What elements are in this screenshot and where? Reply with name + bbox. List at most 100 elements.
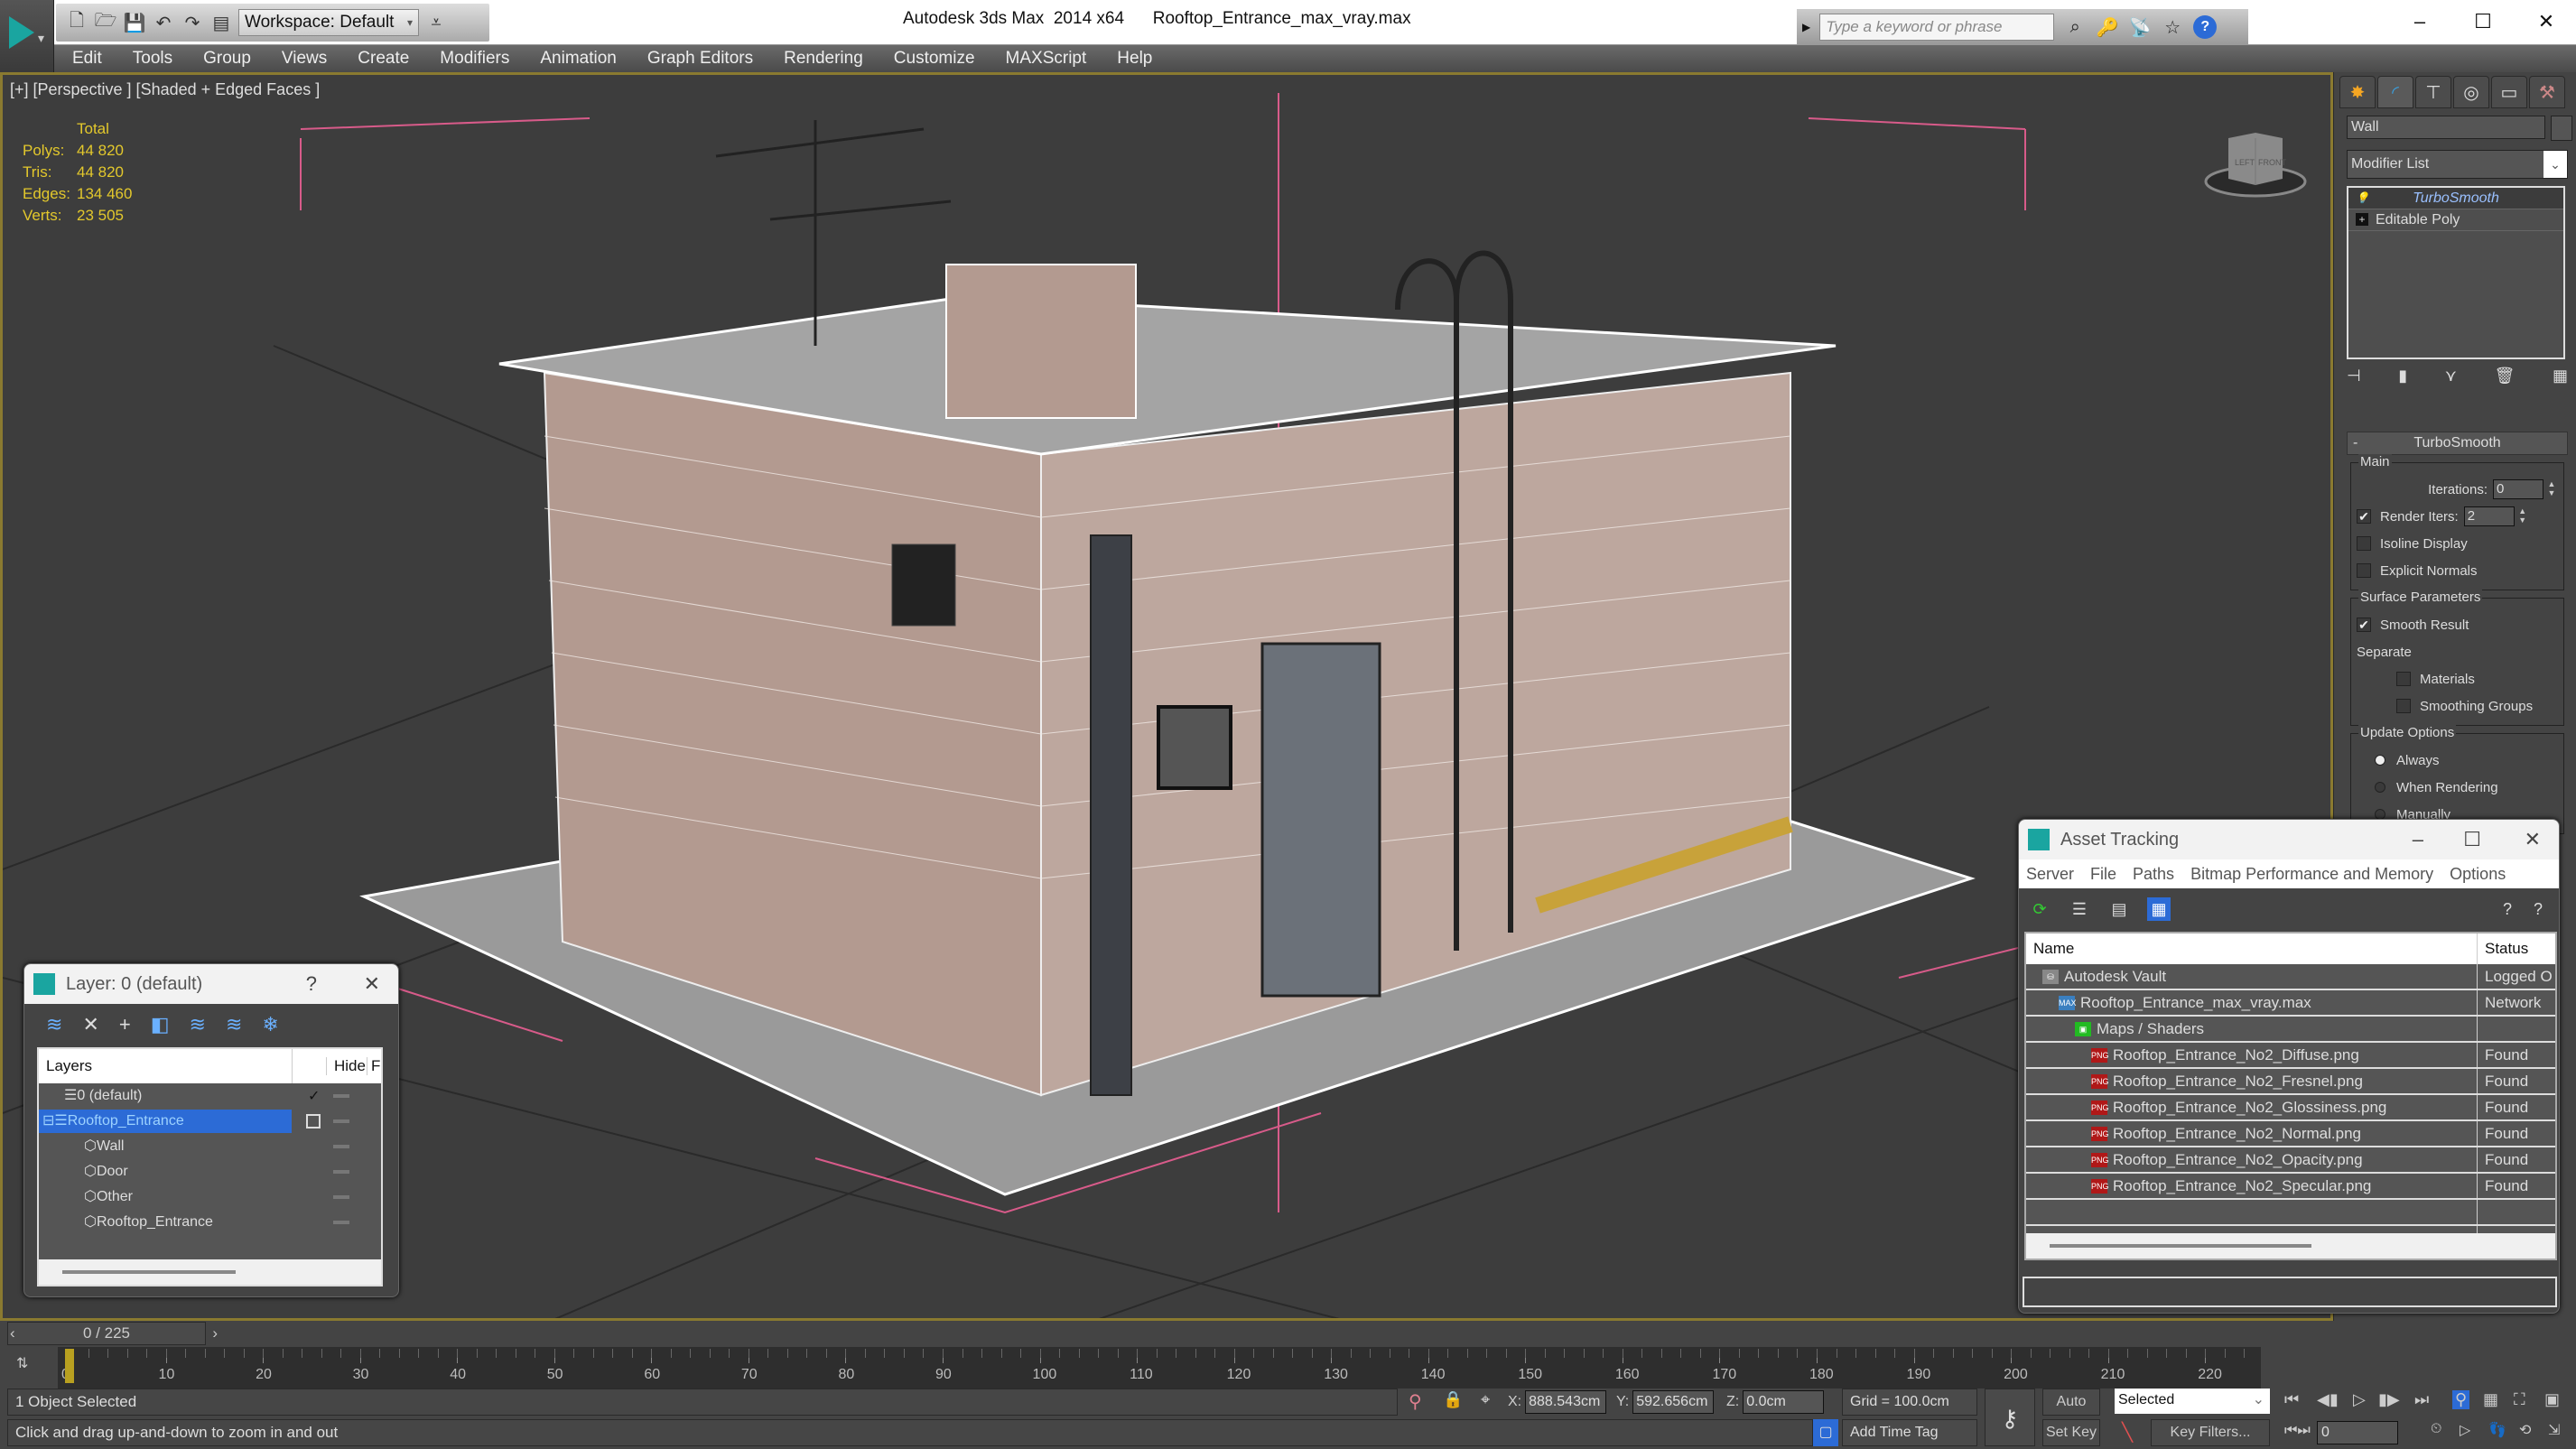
make-unique-icon[interactable]: ⋎ [2445, 367, 2457, 385]
spinner-arrows-icon[interactable]: ▲ ▼ [2516, 506, 2529, 526]
maximize-button[interactable]: ☐ [2463, 820, 2481, 859]
object-color-swatch[interactable] [2551, 116, 2572, 141]
set-current-checkbox[interactable] [306, 1114, 321, 1129]
hide-toggle[interactable] [333, 1170, 349, 1174]
object-row[interactable]: ⬡ Wall [39, 1134, 381, 1159]
object-row[interactable]: ⬡ Rooftop_Entrance [39, 1210, 381, 1235]
expand-plus-icon[interactable]: + [2356, 213, 2368, 226]
new-file-icon[interactable]: 🗋 [65, 11, 88, 34]
binoculars-icon[interactable]: ⌕ [2063, 17, 2087, 38]
hide-toggle[interactable] [333, 1221, 349, 1224]
object-row[interactable]: ⬡ Other [39, 1184, 381, 1210]
hide-toggle[interactable] [333, 1145, 349, 1148]
time-slider[interactable]: ‹ 0 / 225 › [7, 1322, 218, 1345]
asset-tracking-titlebar[interactable]: Asset Tracking – ☐ ✕ [2019, 820, 2559, 859]
scrollbar-thumb[interactable] [62, 1270, 236, 1274]
key-mode-dropdown[interactable]: Selected ⌄ [2115, 1389, 2270, 1414]
stack-item-editable-poly[interactable]: + Editable Poly [2348, 209, 2563, 231]
hide-toggle[interactable] [333, 1119, 349, 1123]
key-filters-button[interactable]: Key Filters... [2151, 1419, 2270, 1446]
tab-utilities[interactable]: ⚒ [2529, 76, 2565, 108]
hide-toggle[interactable] [333, 1094, 349, 1098]
close-button[interactable]: ✕ [364, 964, 380, 1004]
current-frame-field[interactable]: 0 [2317, 1421, 2398, 1444]
help-button[interactable]: ? [306, 964, 317, 1004]
scrollbar-thumb[interactable] [2050, 1244, 2311, 1248]
asset-row[interactable]: PNG Rooftop_Entrance_No2_Fresnel.png Found [2026, 1069, 2555, 1095]
menu-modifiers[interactable]: Modifiers [424, 49, 525, 69]
object-name-field[interactable]: Wall [2347, 116, 2545, 139]
set-key-icon[interactable]: ⚷ [1985, 1389, 2035, 1446]
goto-end-icon[interactable]: ⏭ [2414, 1390, 2429, 1409]
layer-window-titlebar[interactable]: Layer: 0 (default) ? ✕ [24, 964, 398, 1004]
tab-create[interactable]: ✸ [2339, 76, 2376, 108]
object-row[interactable]: ⬡ Door [39, 1159, 381, 1184]
auto-key-button[interactable]: Auto Key [2042, 1389, 2100, 1435]
tree-view-icon[interactable]: ▤ [2107, 897, 2131, 921]
key-icon[interactable]: 🔑 [2096, 16, 2119, 39]
menu-create[interactable]: Create [342, 49, 424, 69]
column-freeze[interactable]: F [367, 1057, 380, 1075]
render-iters-spinner[interactable]: 2 [2463, 506, 2515, 526]
delete-layer-icon[interactable]: ✕ [82, 1013, 98, 1036]
menu-views[interactable]: Views [266, 49, 342, 69]
minimize-button[interactable]: – [2413, 820, 2423, 859]
minimize-button[interactable]: – [2393, 5, 2447, 38]
menu-server[interactable]: Server [2026, 865, 2074, 884]
tab-motion[interactable]: ◎ [2453, 76, 2489, 108]
set-current-layer-icon[interactable]: ≋ [226, 1013, 242, 1036]
stack-item-turbosmooth[interactable]: 💡 TurboSmooth [2348, 188, 2563, 209]
curve-editor-toggle-icon[interactable]: ⇅ [16, 1354, 28, 1372]
configure-sets-icon[interactable]: ▦ [2553, 367, 2568, 385]
save-icon[interactable]: 💾 [123, 11, 146, 34]
column-layers[interactable]: Layers [39, 1057, 292, 1075]
highlight-layer-icon[interactable]: ≋ [190, 1013, 206, 1036]
zoom-extents-icon[interactable]: ⛶ [2514, 1390, 2525, 1409]
default-tangent-icon[interactable]: ╲ [2122, 1421, 2133, 1444]
modifier-list-dropdown[interactable]: Modifier List ⌄ [2347, 150, 2568, 179]
open-file-icon[interactable]: 🗁 [94, 11, 117, 34]
hide-toggle[interactable] [333, 1195, 349, 1199]
show-end-result-icon[interactable]: ▮ [2398, 367, 2407, 385]
layer-properties-icon[interactable]: ❄ [262, 1013, 278, 1036]
lock-selection-icon[interactable]: 🔒 [1443, 1390, 1463, 1409]
absolute-mode-icon[interactable]: ⌖ [1481, 1390, 1490, 1409]
layer-row[interactable]: ⊟ ☰ Rooftop_Entrance [39, 1109, 381, 1134]
goto-start-icon[interactable]: ⏮ [2284, 1390, 2299, 1409]
explicit-normals-checkbox[interactable] [2357, 563, 2371, 578]
track-bar[interactable]: 0102030405060708090100110120130140150160… [58, 1347, 2261, 1389]
menu-paths[interactable]: Paths [2133, 865, 2174, 884]
search-input[interactable]: Type a keyword or phrase [1819, 14, 2055, 41]
maximize-button[interactable]: ☐ [2456, 5, 2510, 38]
asset-row[interactable]: MAX Rooftop_Entrance_max_vray.max Network [2026, 990, 2555, 1017]
star-icon[interactable]: ☆ [2161, 16, 2184, 39]
smoothing-groups-checkbox[interactable] [2396, 699, 2411, 713]
menu-rendering[interactable]: Rendering [768, 49, 879, 69]
asset-row[interactable]: ⛁ Autodesk Vault Logged O [2026, 964, 2555, 990]
column-name[interactable]: Name [2026, 933, 2478, 964]
set-key-button[interactable]: Set Key [2042, 1419, 2100, 1446]
viewcube[interactable]: LEFT FRONT [2197, 111, 2314, 210]
isoline-display-checkbox[interactable] [2357, 536, 2371, 551]
new-layer-icon[interactable]: ≋ [46, 1013, 62, 1036]
iterations-spinner[interactable]: 0 [2493, 479, 2543, 499]
next-frame-icon[interactable]: ▮▶ [2378, 1390, 2400, 1409]
menu-graph-editors[interactable]: Graph Editors [632, 49, 768, 69]
close-button[interactable]: ✕ [2525, 820, 2541, 859]
layer-row[interactable]: ☰ 0 (default) ✓ [39, 1083, 381, 1109]
zoom-extents-all-icon[interactable]: ▣ [2544, 1390, 2560, 1409]
time-tag-icon[interactable]: ▢ [1813, 1419, 1838, 1446]
remove-modifier-icon[interactable]: 🗑 [2495, 367, 2516, 385]
project-folder-icon[interactable]: ▤ [209, 11, 233, 34]
table-view-icon[interactable]: ▦ [2147, 897, 2171, 921]
update-always-radio[interactable] [2375, 755, 2385, 766]
undo-icon[interactable]: ↶ [152, 11, 175, 34]
horizontal-scrollbar[interactable] [39, 1259, 381, 1285]
qat-customize-icon[interactable]: ⩡ [424, 11, 448, 34]
help-icon[interactable]: ? [2193, 15, 2218, 39]
playhead[interactable] [65, 1349, 74, 1383]
materials-checkbox[interactable] [2396, 672, 2411, 686]
menu-maxscript[interactable]: MAXScript [990, 49, 1102, 69]
menu-options[interactable]: Options [2450, 865, 2506, 884]
menu-animation[interactable]: Animation [525, 49, 632, 69]
